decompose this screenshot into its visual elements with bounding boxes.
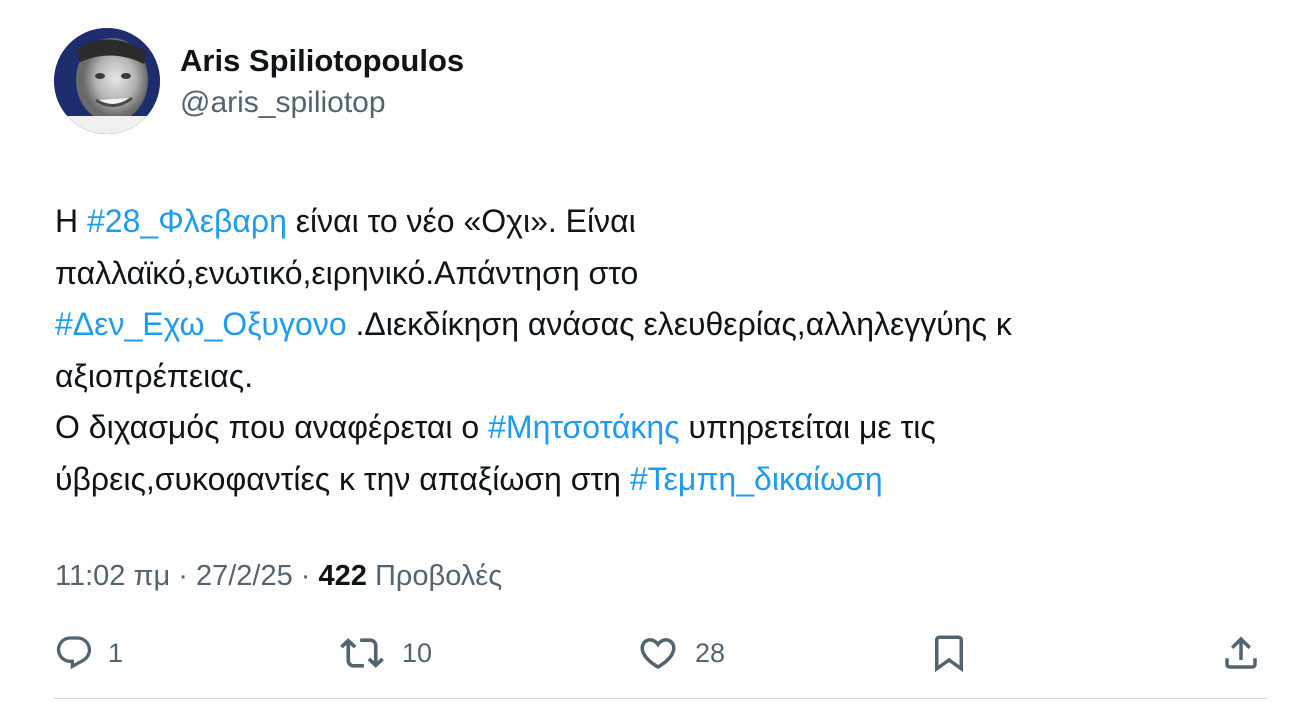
- hashtag-link[interactable]: #28_Φλεβαρη: [87, 203, 287, 239]
- avatar[interactable]: [54, 28, 160, 134]
- heart-icon: [640, 638, 676, 670]
- avatar-image: [54, 28, 160, 134]
- tweet-text-segment: ύβρεις,συκοφαντίες κ την απαξίωση στη: [55, 460, 630, 497]
- tweet-line: Η #28_Φλεβαρη είναι το νέο «Οχι». Είναι: [55, 196, 1255, 248]
- repost-count: 10: [402, 637, 433, 668]
- tweet-text-segment: υπηρετείται με τις: [679, 409, 936, 445]
- tweet-time[interactable]: 11:02 πμ: [55, 560, 170, 592]
- reply-button[interactable]: 1: [54, 628, 123, 678]
- tweet-line: παλλαϊκό,ενωτικό,ειρηνικό.Απάντηση στο: [55, 248, 1255, 300]
- author-block: Aris Spiliotopoulos @aris_spiliotop: [180, 42, 464, 122]
- tweet-text-segment: Η: [55, 203, 87, 239]
- hashtag-link[interactable]: #Μητσοτάκης: [488, 409, 679, 445]
- repost-icon: [340, 638, 384, 668]
- tweet-line: #Δεν_Εχω_Οξυγονο .Διεκδίκηση ανάσας ελευ…: [55, 299, 1255, 351]
- like-count: 28: [695, 637, 726, 668]
- tweet-text: Η #28_Φλεβαρη είναι το νέο «Οχι». Είναι …: [55, 196, 1255, 505]
- author-name[interactable]: Aris Spiliotopoulos: [180, 42, 464, 80]
- tweet-line: ύβρεις,συκοφαντίες κ την απαξίωση στη #Τ…: [55, 454, 1255, 506]
- hashtag-link[interactable]: #Δεν_Εχω_Οξυγονο: [55, 306, 347, 342]
- reply-count: 1: [108, 637, 124, 668]
- bookmark-button[interactable]: [928, 628, 970, 678]
- share-button[interactable]: [1220, 628, 1262, 678]
- meta-separator: ·: [170, 560, 196, 592]
- hashtag-link[interactable]: #Τεμπη_δικαίωση: [630, 461, 883, 497]
- tweet-line: αξιοπρέπειας.: [55, 351, 1255, 403]
- reply-icon: [56, 636, 92, 670]
- tweet-text-segment: παλλαϊκό,ενωτικό,ειρηνικό.Απάντηση στο: [55, 254, 639, 291]
- divider: [54, 698, 1267, 699]
- tweet-text-segment: Ο διχασμός που αναφέρεται ο: [55, 409, 489, 445]
- tweet-text-segment: .Διεκδίκηση ανάσας ελευθερίας,αλληλεγγύη…: [346, 306, 1012, 342]
- tweet-date[interactable]: 27/2/25: [196, 560, 293, 592]
- bookmark-icon: [935, 635, 963, 673]
- views-label: Προβολές: [374, 560, 503, 592]
- repost-button[interactable]: 10: [340, 628, 432, 678]
- views-count: 422: [318, 560, 367, 592]
- author-handle[interactable]: @aris_spiliotop: [180, 84, 464, 122]
- share-icon: [1225, 636, 1257, 669]
- tweet-card: Aris Spiliotopoulos @aris_spiliotop Η #2…: [0, 0, 1295, 702]
- tweet-line: Ο διχασμός που αναφέρεται ο #Μητσοτάκης …: [55, 402, 1255, 454]
- tweet-text-segment: αξιοπρέπειας.: [55, 357, 254, 394]
- tweet-text-segment: είναι το νέο «Οχι». Είναι: [286, 203, 636, 239]
- like-button[interactable]: 28: [637, 628, 725, 678]
- tweet-meta: 11:02 πμ · 27/2/25 · 422 Προβολές: [55, 556, 502, 596]
- action-bar: 1 10 28: [0, 628, 1295, 678]
- meta-separator: ·: [292, 560, 319, 592]
